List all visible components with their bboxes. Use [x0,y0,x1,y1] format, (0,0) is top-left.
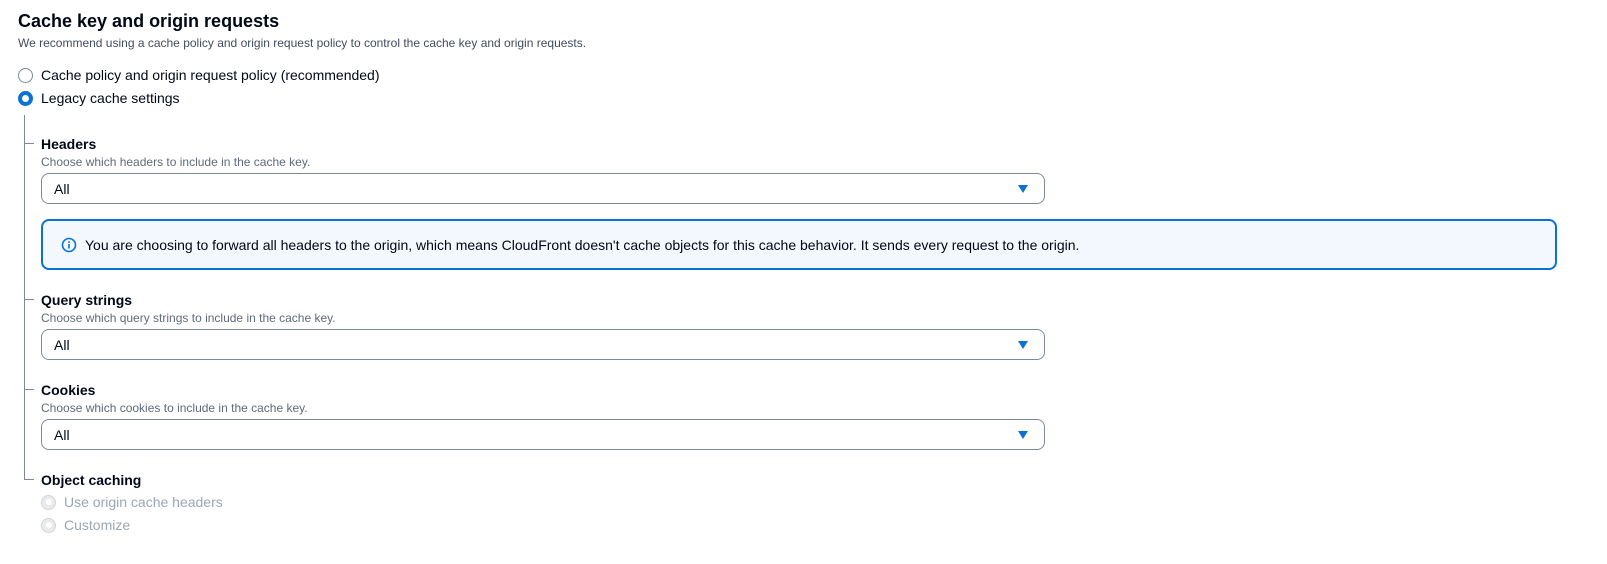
query-strings-description: Choose which query strings to include in… [41,311,336,325]
radio-unchecked-icon[interactable] [18,67,33,83]
radio-use-origin-cache-headers[interactable]: Use origin cache headers [41,492,223,512]
section-description: We recommend using a cache policy and or… [18,36,587,50]
headers-label: Headers [41,136,97,152]
section-title: Cache key and origin requests [18,11,280,31]
caret-down-icon [1018,340,1028,349]
object-caching-label: Object caching [41,472,142,488]
radio-cache-policy[interactable]: Cache policy and origin request policy (… [18,65,380,85]
headers-select-value: All [54,180,70,197]
tree-branch-object-caching [24,479,34,480]
radio-disabled-icon[interactable] [41,517,56,533]
radio-checked-icon[interactable] [18,90,33,106]
radio-disabled-icon[interactable] [41,494,56,510]
query-strings-select-value: All [54,336,70,353]
cookies-description: Choose which cookies to include in the c… [41,401,308,415]
cookies-select-value: All [54,426,70,443]
info-alert-text: You are choosing to forward all headers … [85,236,1080,253]
caret-down-icon [1018,184,1028,193]
caret-down-icon [1018,430,1028,439]
headers-description: Choose which headers to include in the c… [41,155,311,169]
radio-cache-policy-label: Cache policy and origin request policy (… [41,67,380,83]
cookies-select[interactable]: All [41,419,1045,450]
radio-use-origin-cache-headers-label: Use origin cache headers [64,494,223,510]
info-icon [61,237,77,252]
query-strings-label: Query strings [41,292,133,308]
radio-customize-label: Customize [64,517,131,533]
radio-legacy-label: Legacy cache settings [41,90,180,106]
radio-customize[interactable]: Customize [41,515,130,535]
info-alert: You are choosing to forward all headers … [41,219,1557,270]
query-strings-select[interactable]: All [41,329,1045,360]
cookies-label: Cookies [41,382,96,398]
tree-branch-headers [24,143,34,144]
tree-branch-cookies [24,389,34,390]
radio-legacy-cache-settings[interactable]: Legacy cache settings [18,88,180,108]
headers-select[interactable]: All [41,173,1045,204]
tree-branch-query-strings [24,299,34,300]
tree-connector-line [24,115,25,480]
